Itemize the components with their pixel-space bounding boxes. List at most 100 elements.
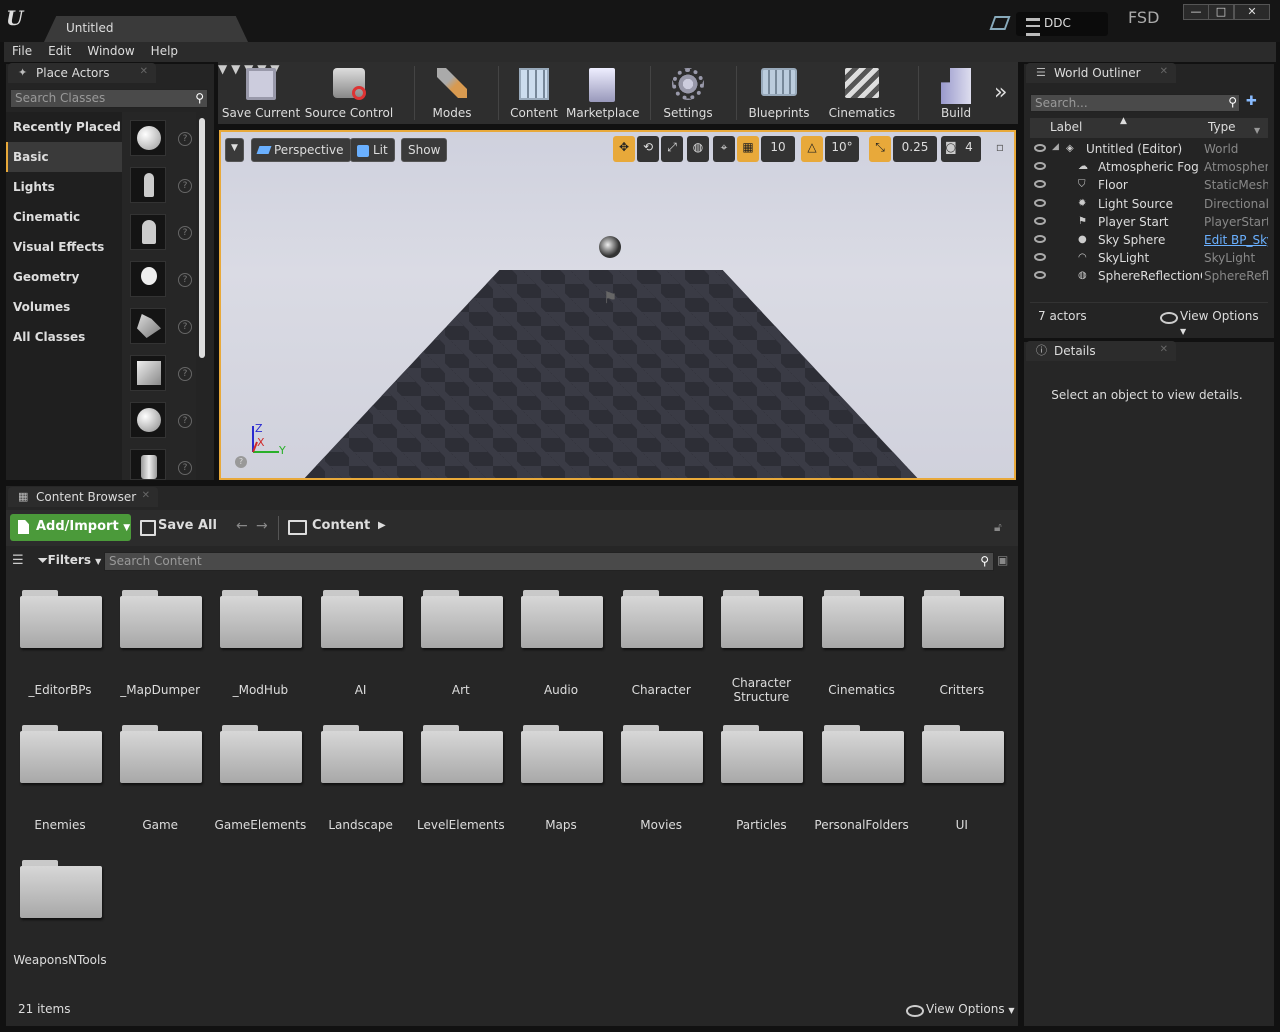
category-cinematic[interactable]: Cinematic [6,202,122,232]
category-geometry[interactable]: Geometry [6,262,122,292]
collapse-arrow-icon[interactable]: ◢ [1052,142,1059,152]
outliner-search-input[interactable]: Search... ⚲ [1030,94,1240,112]
document-tab[interactable]: Untitled [44,16,248,42]
visibility-eye-icon[interactable] [1034,162,1046,171]
modes-button[interactable]: Modes [422,62,482,124]
menu-window[interactable]: Window [79,42,142,62]
category-all-classes[interactable]: All Classes [6,322,122,352]
scale-snap-icon[interactable]: ⤡ [869,136,891,162]
type-column-header[interactable]: Type [1208,120,1236,134]
build-button[interactable]: Build [930,62,982,124]
actor-item[interactable] [130,120,166,156]
visibility-eye-icon[interactable] [1034,216,1046,225]
content-button[interactable]: Content [506,62,562,124]
toolbar-overflow-icon[interactable]: » [994,80,1007,105]
category-recently-placed[interactable]: Recently Placed [6,112,122,142]
cinematics-button[interactable]: Cinematics [828,62,896,124]
forward-arrow-icon[interactable]: → [256,518,268,534]
rotation-snap-value[interactable]: 10° [825,136,859,162]
scale-snap-value[interactable]: 0.25 [893,136,937,162]
actor-item[interactable] [130,261,166,297]
help-icon[interactable]: ? [178,461,192,475]
actor-item[interactable] [130,308,166,344]
coordinate-space-icon[interactable]: ◍ [687,136,709,162]
rotation-snap-icon[interactable]: △ [801,136,823,162]
visibility-eye-icon[interactable] [1034,144,1046,152]
visibility-eye-icon[interactable] [1034,271,1046,280]
back-arrow-icon[interactable]: ← [236,518,248,534]
perspective-button[interactable]: Perspective [251,138,351,162]
filters-button[interactable]: ⏷Filters ▼ [38,553,101,568]
ddc-button[interactable]: DDC [1016,12,1108,36]
details-tab[interactable]: ⓘ Details ✕ [1026,341,1176,361]
close-button[interactable]: ✕ [1234,4,1270,20]
close-icon[interactable]: ✕ [142,490,150,501]
maximize-viewport-icon[interactable]: ▫ [991,136,1009,162]
category-basic[interactable]: Basic [6,142,122,172]
grid-snap-icon[interactable]: ▦ [737,136,759,162]
help-icon[interactable]: ? [178,273,192,287]
translate-mode-icon[interactable]: ✥ [613,136,635,162]
category-lights[interactable]: Lights [6,172,122,202]
view-options-button[interactable]: View Options ▼ [906,1002,1015,1017]
help-icon[interactable]: ? [178,132,192,146]
help-icon[interactable]: ? [178,320,192,334]
marketplace-button[interactable]: Marketplace [566,62,640,124]
grid-snap-value[interactable]: 10 [761,136,795,162]
view-mode-button[interactable]: Lit [350,138,395,162]
actor-item[interactable] [130,214,166,250]
lock-icon[interactable]: 🔓︎ [994,520,1002,535]
camera-speed-button[interactable]: ◙ 4 [941,136,981,162]
settings-button[interactable]: Settings [654,62,722,124]
scrollbar[interactable] [199,118,205,358]
outliner-row[interactable]: ◢ ◈ Untitled (Editor) World [1030,140,1270,158]
show-button[interactable]: Show [401,138,448,162]
outliner-row[interactable]: ⛉ Floor StaticMeshActor [1030,176,1270,194]
outliner-row[interactable]: ● Sky Sphere Edit BP_Sky [1030,231,1270,249]
level-viewport[interactable]: ⚑ ▼ Perspective Lit Show ✥ ⟲ ⤢ ◍ ⌖ ▦ 10 … [219,130,1016,480]
player-start-billboard-icon[interactable]: ⚑ [603,288,621,308]
actor-item[interactable] [130,402,166,438]
help-icon[interactable]: ? [178,179,192,193]
sources-panel-toggle-icon[interactable]: ☰ [12,553,24,568]
breadcrumb-chevron-icon[interactable]: ▶ [378,520,386,531]
menu-edit[interactable]: Edit [40,42,79,62]
label-column-header[interactable]: Label [1050,120,1082,134]
outliner-row[interactable]: ✹ Light Source DirectionalLight [1030,195,1270,213]
blueprints-button[interactable]: Blueprints [744,62,814,124]
maximize-button[interactable]: □ [1208,4,1234,20]
help-icon[interactable]: ? [178,226,192,240]
breadcrumb-content[interactable]: Content [288,518,370,535]
chevron-down-icon[interactable]: ▼ [1254,126,1260,135]
actor-item[interactable] [130,167,166,203]
outliner-row[interactable]: ☁ Atmospheric Fog AtmosphericFog [1030,158,1270,176]
content-browser-tab[interactable]: ▦ Content Browser ✕ [8,487,158,507]
world-outliner-tab[interactable]: ☰ World Outliner ✕ [1026,63,1176,83]
rotate-mode-icon[interactable]: ⟲ [637,136,659,162]
close-icon[interactable]: ✕ [140,66,148,77]
sky-sphere-billboard-icon[interactable] [599,236,621,258]
add-import-button[interactable]: Add/Import ▼ [10,514,131,541]
save-current-button[interactable]: Save Current [220,62,302,124]
menu-help[interactable]: Help [143,42,186,62]
outliner-row[interactable]: ⚑ Player Start PlayerStart [1030,213,1270,231]
outliner-row-type[interactable]: Edit BP_Sky [1204,233,1268,247]
visibility-eye-icon[interactable] [1034,180,1046,189]
visibility-eye-icon[interactable] [1034,198,1046,207]
add-folder-icon[interactable]: ✚ [1246,94,1257,109]
help-icon[interactable]: ? [235,456,247,468]
scale-mode-icon[interactable]: ⤢ [661,136,683,162]
viewport-options-button[interactable]: ▼ [225,138,244,162]
visibility-eye-icon[interactable] [1034,253,1046,262]
category-visual-effects[interactable]: Visual Effects [6,232,122,262]
search-classes-input[interactable]: Search Classes ⚲ [10,89,208,108]
minimize-button[interactable]: — [1183,4,1209,20]
search-content-input[interactable]: Search Content ⚲ [104,552,994,571]
outliner-view-options-button[interactable]: View Options ▼ [1160,309,1268,337]
save-search-icon[interactable]: ▣ [997,553,1008,567]
actor-item[interactable] [130,355,166,391]
outliner-row[interactable]: ◍ SphereReflectionCaptureSphereReflection… [1030,267,1270,285]
visibility-eye-icon[interactable] [1034,235,1046,243]
close-icon[interactable]: ✕ [1160,344,1168,355]
close-icon[interactable]: ✕ [1160,66,1168,77]
